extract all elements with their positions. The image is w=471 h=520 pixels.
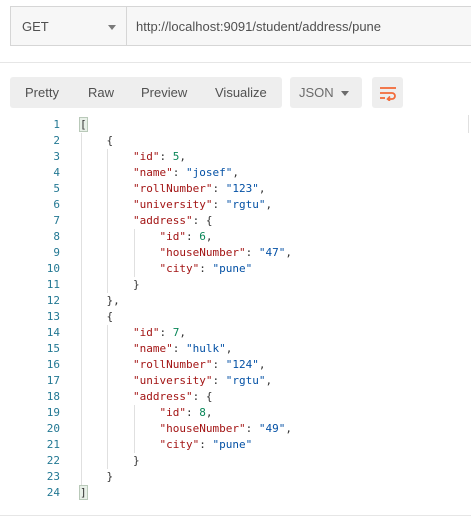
line-number: 23 <box>46 470 60 483</box>
code-line: 3 "id": 5, <box>0 149 471 165</box>
code-text: { <box>106 134 114 147</box>
line-number: 9 <box>53 246 60 259</box>
tab-visualize[interactable]: Visualize <box>215 85 267 100</box>
code-line: 14 "id": 7, <box>0 325 471 341</box>
code-text: "id": 5, <box>132 150 186 163</box>
indent-guide <box>133 405 135 453</box>
code-line: 18 "address": { <box>0 389 471 405</box>
line-number: 22 <box>46 454 60 467</box>
code-text: } <box>132 454 140 467</box>
tab-pretty[interactable]: Pretty <box>25 85 59 100</box>
line-number: 18 <box>46 390 60 403</box>
code-line: 12 }, <box>0 293 471 309</box>
code-line: 10 "city": "pune" <box>0 261 471 277</box>
line-number: 8 <box>53 230 60 243</box>
wrap-lines-button[interactable] <box>372 77 403 108</box>
code-text: "address": { <box>132 214 213 227</box>
line-number: 21 <box>46 438 60 451</box>
response-body-editor[interactable]: 1[2 {3 "id": 5, 4 "name": "josef", 5 "roll… <box>0 115 471 510</box>
code-line: 7 "address": { <box>0 213 471 229</box>
code-text: } <box>132 278 140 291</box>
code-line: 8 "id": 6, <box>0 229 471 245</box>
code-text: "name": "hulk", <box>132 342 233 355</box>
tab-preview[interactable]: Preview <box>141 85 187 100</box>
response-view-tabs: Pretty Raw Preview Visualize <box>10 77 282 108</box>
code-line: 22 } <box>0 453 471 469</box>
code-text: } <box>106 470 114 483</box>
chevron-down-icon <box>341 91 349 96</box>
code-line: 17 "university": "rgtu", <box>0 373 471 389</box>
chevron-down-icon <box>108 24 116 30</box>
code-text: "address": { <box>132 390 213 403</box>
divider <box>0 62 471 63</box>
code-line: 20 "houseNumber": "49", <box>0 421 471 437</box>
code-line: 9 "houseNumber": "47", <box>0 245 471 261</box>
code-line: 21 "city": "pune" <box>0 437 471 453</box>
line-number: 7 <box>53 214 60 227</box>
line-number: 10 <box>46 262 60 275</box>
code-line: 1[ <box>0 117 471 133</box>
code-text: "university": "rgtu", <box>132 374 273 387</box>
code-line: 19 "id": 8, <box>0 405 471 421</box>
wrap-lines-icon <box>379 86 396 101</box>
format-select[interactable]: JSON <box>290 77 362 108</box>
line-number: 20 <box>46 422 60 435</box>
line-number: 15 <box>46 342 60 355</box>
code-text: "city": "pune" <box>159 438 253 451</box>
code-line: 11 } <box>0 277 471 293</box>
code-text: "id": 7, <box>132 326 186 339</box>
code-text: }, <box>106 294 120 307</box>
tab-raw[interactable]: Raw <box>88 85 114 100</box>
line-number: 1 <box>53 118 60 131</box>
code-line: 15 "name": "hulk", <box>0 341 471 357</box>
code-line: 2 { <box>0 133 471 149</box>
line-number: 19 <box>46 406 60 419</box>
line-number: 14 <box>46 326 60 339</box>
code-line: 6 "university": "rgtu", <box>0 197 471 213</box>
line-number: 3 <box>53 150 60 163</box>
code-line: 5 "rollNumber": "123", <box>0 181 471 197</box>
url-input[interactable]: http://localhost:9091/student/address/pu… <box>127 7 471 45</box>
line-number: 4 <box>53 166 60 179</box>
code-text: "city": "pune" <box>159 262 253 275</box>
request-bar: GET http://localhost:9091/student/addres… <box>10 6 471 46</box>
line-number: 11 <box>46 278 60 291</box>
code-text: [ <box>79 117 88 132</box>
line-number: 2 <box>53 134 60 147</box>
code-line: 23 } <box>0 469 471 485</box>
divider <box>0 515 471 516</box>
line-number: 16 <box>46 358 60 371</box>
code-text: { <box>106 310 114 323</box>
code-text: "university": "rgtu", <box>132 198 273 211</box>
code-text: "houseNumber": "47", <box>159 246 292 259</box>
indent-guide <box>133 229 135 277</box>
code-line: 24] <box>0 485 471 501</box>
line-number: 17 <box>46 374 60 387</box>
method-select[interactable]: GET <box>11 7 127 45</box>
code-text: "houseNumber": "49", <box>159 422 292 435</box>
code-text: "id": 8, <box>159 406 213 419</box>
line-number: 5 <box>53 182 60 195</box>
line-number: 6 <box>53 198 60 211</box>
code-text: "id": 6, <box>159 230 213 243</box>
code-line: 16 "rollNumber": "124", <box>0 357 471 373</box>
code-text: "name": "josef", <box>132 166 239 179</box>
code-line: 4 "name": "josef", <box>0 165 471 181</box>
method-label: GET <box>22 18 49 34</box>
code-line: 13 { <box>0 309 471 325</box>
line-number: 13 <box>46 310 60 323</box>
indent-guide <box>81 133 82 485</box>
line-number: 12 <box>46 294 60 307</box>
indent-guide <box>107 149 109 293</box>
line-number: 24 <box>46 486 60 499</box>
code-text: ] <box>79 485 88 500</box>
format-label: JSON <box>299 85 334 100</box>
indent-guide <box>107 325 109 469</box>
